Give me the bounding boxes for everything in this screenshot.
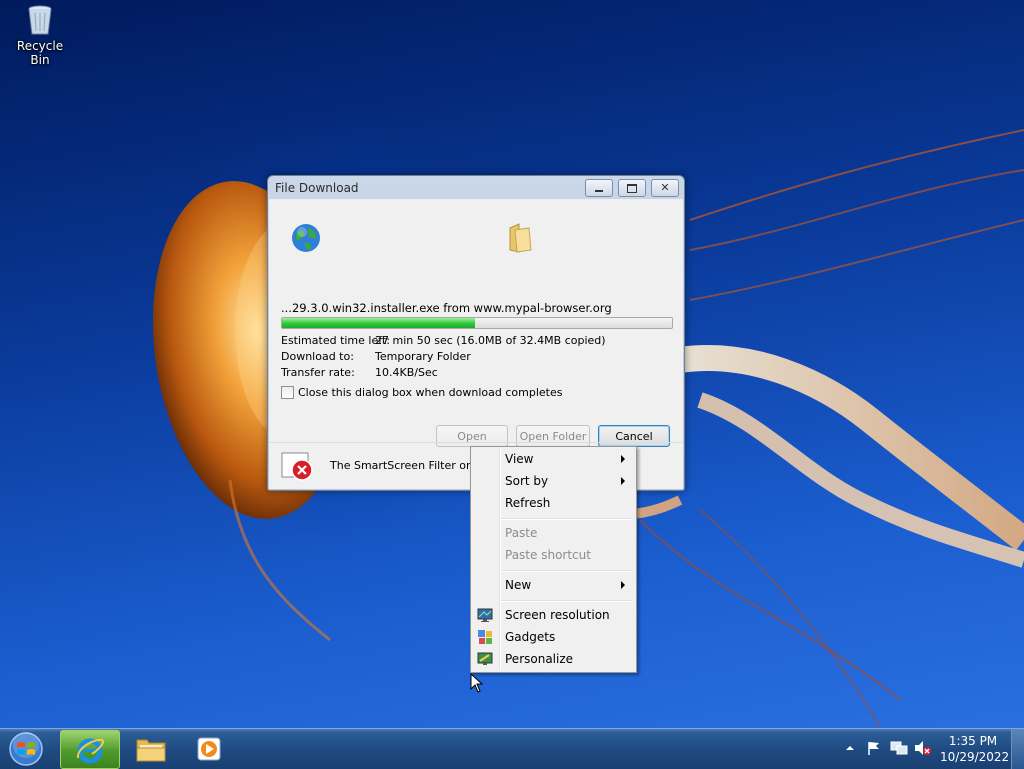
internet-explorer-icon bbox=[76, 738, 104, 764]
menu-separator bbox=[501, 518, 632, 520]
gadgets-icon bbox=[478, 630, 492, 644]
maximize-button[interactable] bbox=[618, 179, 646, 197]
close-icon: ✕ bbox=[660, 181, 670, 194]
open-folder-button[interactable]: Open Folder bbox=[516, 425, 590, 447]
menu-item-screen-resolution[interactable]: Screen resolution bbox=[505, 608, 610, 622]
submenu-arrow-icon bbox=[621, 477, 625, 485]
desktop-icon-recycle-bin[interactable]: Recycle Bin bbox=[6, 4, 74, 67]
close-when-complete-label: Close this dialog box when download comp… bbox=[298, 386, 563, 399]
taskbar-clock-date[interactable]: 10/29/2022 bbox=[940, 750, 1009, 764]
menu-item-view[interactable]: View bbox=[505, 452, 533, 466]
maximize-icon bbox=[627, 183, 637, 193]
menu-item-personalize[interactable]: Personalize bbox=[505, 652, 573, 666]
globe-icon bbox=[292, 224, 320, 252]
menu-separator bbox=[501, 570, 632, 572]
screen-resolution-icon bbox=[477, 608, 493, 622]
close-when-complete-checkbox[interactable] bbox=[281, 386, 294, 399]
transfer-rate-row: Transfer rate: 10.4KB/Sec bbox=[281, 366, 438, 379]
download-progress-bar bbox=[281, 317, 673, 329]
windows-start-icon[interactable] bbox=[6, 731, 46, 767]
submenu-arrow-icon bbox=[621, 581, 625, 589]
cancel-button[interactable]: Cancel bbox=[598, 425, 670, 447]
taskbar-media-player[interactable] bbox=[182, 730, 240, 767]
open-button[interactable]: Open bbox=[436, 425, 508, 447]
network-icon[interactable] bbox=[890, 740, 908, 756]
taskbar-clock-time[interactable]: 1:35 PM bbox=[940, 734, 1006, 748]
menu-item-paste[interactable]: Paste bbox=[505, 526, 537, 540]
smartscreen-message: The SmartScreen Filter online bbox=[330, 459, 493, 472]
menu-item-refresh[interactable]: Refresh bbox=[505, 496, 550, 510]
minimize-icon bbox=[595, 189, 603, 192]
estimated-time-row: Estimated time left: 27 min 50 sec (16.0… bbox=[281, 334, 606, 347]
show-desktop-button[interactable] bbox=[1011, 729, 1024, 769]
folder-icon bbox=[136, 739, 166, 762]
close-button[interactable]: ✕ bbox=[651, 179, 679, 197]
download-to-row: Download to: Temporary Folder bbox=[281, 350, 471, 363]
recycle-bin-icon bbox=[28, 5, 52, 35]
volume-muted-icon[interactable] bbox=[914, 740, 932, 756]
menu-item-sort-by[interactable]: Sort by bbox=[505, 474, 548, 488]
download-filename: ...29.3.0.win32.installer.exe from www.m… bbox=[281, 301, 612, 315]
estimated-time-value: 27 min 50 sec (16.0MB of 32.4MB copied) bbox=[375, 334, 606, 347]
personalize-icon bbox=[477, 652, 493, 665]
download-to-value: Temporary Folder bbox=[375, 350, 471, 363]
transfer-rate-label: Transfer rate: bbox=[281, 366, 355, 379]
taskbar-internet-explorer[interactable] bbox=[60, 730, 120, 769]
transfer-rate-value: 10.4KB/Sec bbox=[375, 366, 438, 379]
mouse-cursor-icon bbox=[470, 673, 484, 693]
menu-item-new[interactable]: New bbox=[505, 578, 531, 592]
estimated-time-label: Estimated time left: bbox=[281, 334, 390, 347]
menu-item-paste-shortcut[interactable]: Paste shortcut bbox=[505, 548, 591, 562]
dialog-separator bbox=[269, 442, 683, 443]
taskbar-windows-explorer[interactable] bbox=[122, 730, 180, 767]
error-shield-icon bbox=[281, 452, 313, 481]
close-when-complete-option[interactable]: Close this dialog box when download comp… bbox=[281, 386, 562, 399]
dialog-title: File Download bbox=[275, 181, 359, 195]
minimize-button[interactable] bbox=[585, 179, 613, 197]
desktop-context-menu[interactable]: View Sort by Refresh Paste Paste shortcu… bbox=[470, 446, 637, 673]
menu-icon-gutter bbox=[499, 449, 501, 670]
show-hidden-icons-icon[interactable] bbox=[845, 743, 855, 753]
desktop-icon-label: Recycle Bin bbox=[16, 39, 64, 67]
menu-item-gadgets[interactable]: Gadgets bbox=[505, 630, 555, 644]
submenu-arrow-icon bbox=[621, 455, 625, 463]
media-player-icon bbox=[197, 737, 221, 761]
file-download-dialog[interactable]: File Download ✕ ...29.3.0.win32.installe… bbox=[267, 175, 685, 491]
taskbar[interactable]: 1:35 PM 10/29/2022 bbox=[0, 728, 1024, 769]
download-progress-fill bbox=[282, 318, 475, 328]
action-center-flag-icon[interactable] bbox=[866, 740, 882, 756]
folder-icon bbox=[509, 223, 532, 253]
download-to-label: Download to: bbox=[281, 350, 354, 363]
menu-separator bbox=[501, 600, 632, 602]
